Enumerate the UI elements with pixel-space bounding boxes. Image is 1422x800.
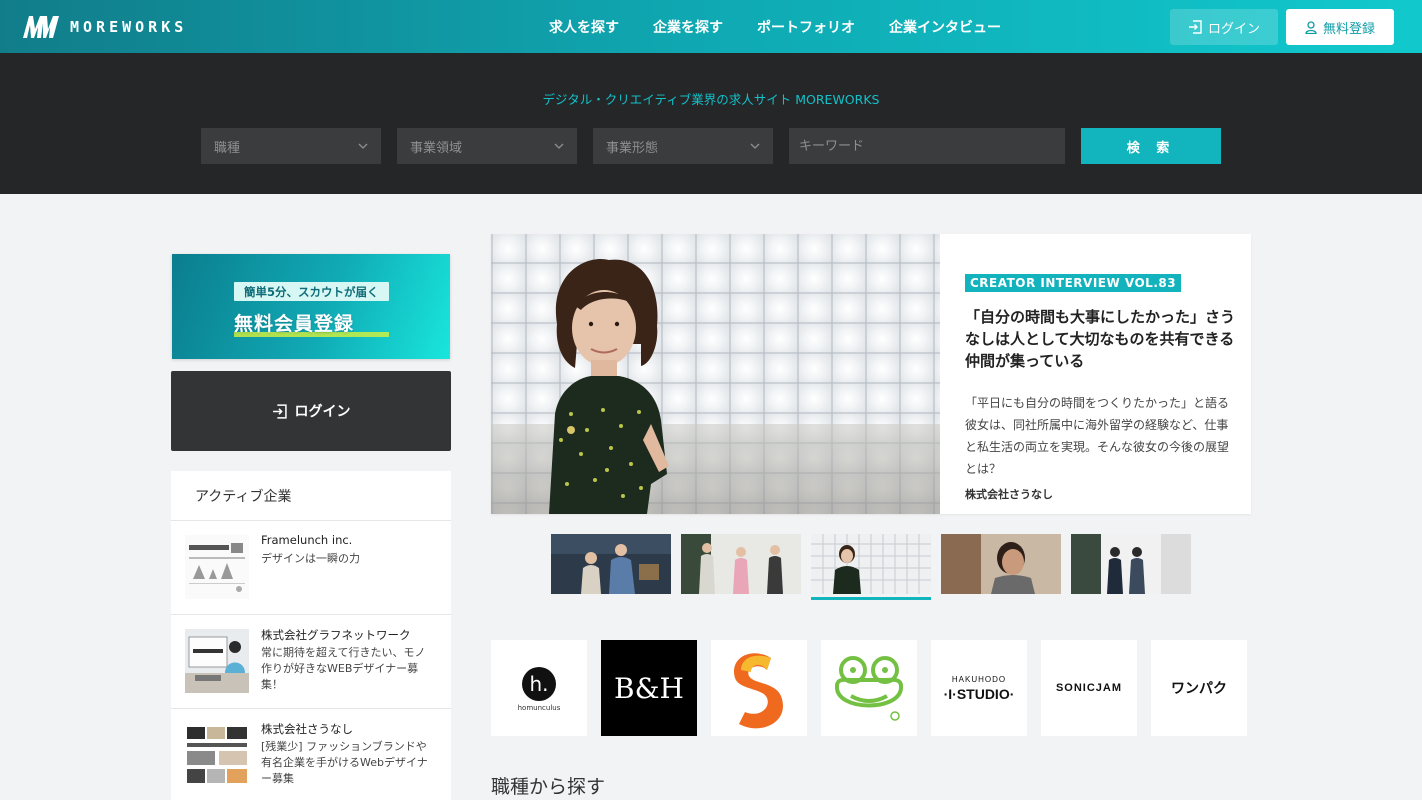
sidebar-login-button[interactable]: ログイン: [171, 371, 451, 451]
carousel-active-indicator: [811, 597, 931, 600]
site-tagline: デジタル・クリエイティブ業界の求人サイト MOREWORKS: [542, 92, 880, 107]
company-thumbnail: [185, 629, 249, 693]
client-logo-hakuhodo[interactable]: HAKUHODO ·I·STUDIO·: [931, 640, 1027, 736]
company-item[interactable]: 株式会社グラフネットワーク 常に期待を超えて行きたい、モノ作りが好きなWEBデザ…: [171, 615, 451, 709]
business-type-select[interactable]: 事業形態: [593, 128, 773, 164]
sonicjam-text: SONICJAM: [1055, 682, 1123, 694]
site-logo[interactable]: MOREWORKS: [22, 14, 187, 40]
nav-find-companies[interactable]: 企業を探す: [653, 17, 723, 37]
banner-title: 無料会員登録: [234, 313, 355, 335]
interview-photo: [491, 234, 940, 514]
login-icon: [1188, 20, 1202, 34]
header-login-button[interactable]: ログイン: [1170, 9, 1278, 45]
job-type-select-label: 職種: [214, 140, 241, 156]
company-name: 株式会社グラフネットワーク: [261, 628, 411, 642]
company-thumbnail: [185, 723, 249, 787]
site-header: MOREWORKS 求人を探す 企業を探す ポートフォリオ 企業インタビュー ロ…: [0, 0, 1422, 53]
hakuhodo-top: HAKUHODO: [951, 674, 1007, 684]
interview-carousel: [551, 534, 1191, 600]
client-logo-s[interactable]: [711, 640, 807, 736]
header-signup-label: 無料登録: [1322, 21, 1375, 37]
featured-interview-card[interactable]: CREATOR INTERVIEW VOL.83 「自分の時間も大事にしたかった…: [491, 234, 1251, 514]
carousel-thumb-5[interactable]: [1071, 534, 1191, 594]
company-item[interactable]: 株式会社さうなし [残業少] ファッションブランドや有名企業を手がけるWebデザ…: [171, 709, 451, 800]
company-name: 株式会社さうなし: [261, 722, 353, 736]
client-logo-bh[interactable]: B&H: [601, 640, 697, 736]
nav-portfolio[interactable]: ポートフォリオ: [757, 17, 855, 37]
signup-banner[interactable]: 簡単5分、スカウトが届く 無料会員登録: [172, 254, 450, 359]
client-logo-homunculus[interactable]: h. homunculus: [491, 640, 587, 736]
keyword-input[interactable]: [789, 128, 1065, 164]
search-band: デジタル・クリエイティブ業界の求人サイト MOREWORKS 職種 事業領域 事…: [0, 53, 1422, 194]
company-item[interactable]: Framelunch inc. デザインは一瞬の力: [171, 521, 451, 615]
client-logo-wanpaku[interactable]: ワンパク: [1151, 640, 1247, 736]
interview-text: CREATOR INTERVIEW VOL.83 「自分の時間も大事にしたかった…: [965, 272, 1235, 502]
mw-logo-icon: [23, 16, 59, 38]
frog-icon: [834, 656, 904, 721]
section-title-job-types: 職種から探す: [491, 776, 606, 798]
job-type-select[interactable]: 職種: [201, 128, 381, 164]
s-logo-icon: [733, 653, 783, 729]
bh-logo-text: B&H: [614, 671, 684, 705]
business-field-select-label: 事業領域: [410, 140, 463, 156]
carousel-thumb-2[interactable]: [681, 534, 801, 594]
carousel-thumb-4[interactable]: [941, 534, 1061, 594]
company-desc: デザインは一瞬の力: [261, 552, 360, 565]
chevron-down-icon: [750, 143, 760, 149]
nav-find-jobs[interactable]: 求人を探す: [549, 17, 619, 37]
company-name: Framelunch inc.: [261, 533, 353, 547]
carousel-thumb-3[interactable]: [811, 534, 931, 594]
carousel-thumb-1[interactable]: [551, 534, 671, 594]
company-thumbnail: [185, 535, 249, 599]
hakuhodo-main: ·I·STUDIO·: [943, 685, 1015, 702]
active-companies-panel: アクティブ企業 Framelunch inc. デザインは一瞬の力 株式会社グラ…: [171, 471, 451, 800]
interview-title: 「自分の時間も大事にしたかった」さうなしは人として大切なものを共有できる仲間が集…: [965, 308, 1236, 370]
business-field-select[interactable]: 事業領域: [397, 128, 577, 164]
interview-desc: 「平日にも自分の時間をつくりたかった」と語る彼女は、同社所属中に海外留学の経験な…: [965, 396, 1230, 476]
main-nav: 求人を探す 企業を探す ポートフォリオ 企業インタビュー: [532, 0, 1018, 53]
header-signup-button[interactable]: 無料登録: [1286, 9, 1394, 45]
chevron-down-icon: [554, 143, 564, 149]
client-logo-frog[interactable]: [821, 640, 917, 736]
client-logo-sonicjam[interactable]: SONICJAM: [1041, 640, 1137, 736]
company-desc: [残業少] ファッションブランドや有名企業を手がけるWebデザイナー募集: [261, 740, 428, 785]
company-desc: 常に期待を超えて行きたい、モノ作りが好きなWEBデザイナー募集！: [261, 646, 426, 691]
interview-badge: CREATOR INTERVIEW VOL.83: [965, 274, 1182, 292]
header-login-label: ログイン: [1207, 21, 1260, 37]
homunculus-text: homunculus: [518, 704, 561, 712]
business-type-select-label: 事業形態: [606, 140, 659, 156]
logo-text: MOREWORKS: [70, 18, 188, 36]
svg-text:h.: h.: [529, 672, 548, 696]
banner-tag: 簡単5分、スカウトが届く: [234, 282, 389, 301]
active-companies-title: アクティブ企業: [171, 471, 451, 521]
interview-company: 株式会社さうなし: [965, 488, 1053, 501]
user-icon: [1305, 20, 1317, 34]
login-icon: [272, 403, 287, 419]
sidebar-login-label: ログイン: [294, 404, 351, 420]
wanpaku-text: ワンパク: [1171, 681, 1227, 697]
nav-interviews[interactable]: 企業インタビュー: [889, 17, 1001, 37]
search-button[interactable]: 検 索: [1081, 128, 1221, 164]
chevron-down-icon: [358, 143, 368, 149]
